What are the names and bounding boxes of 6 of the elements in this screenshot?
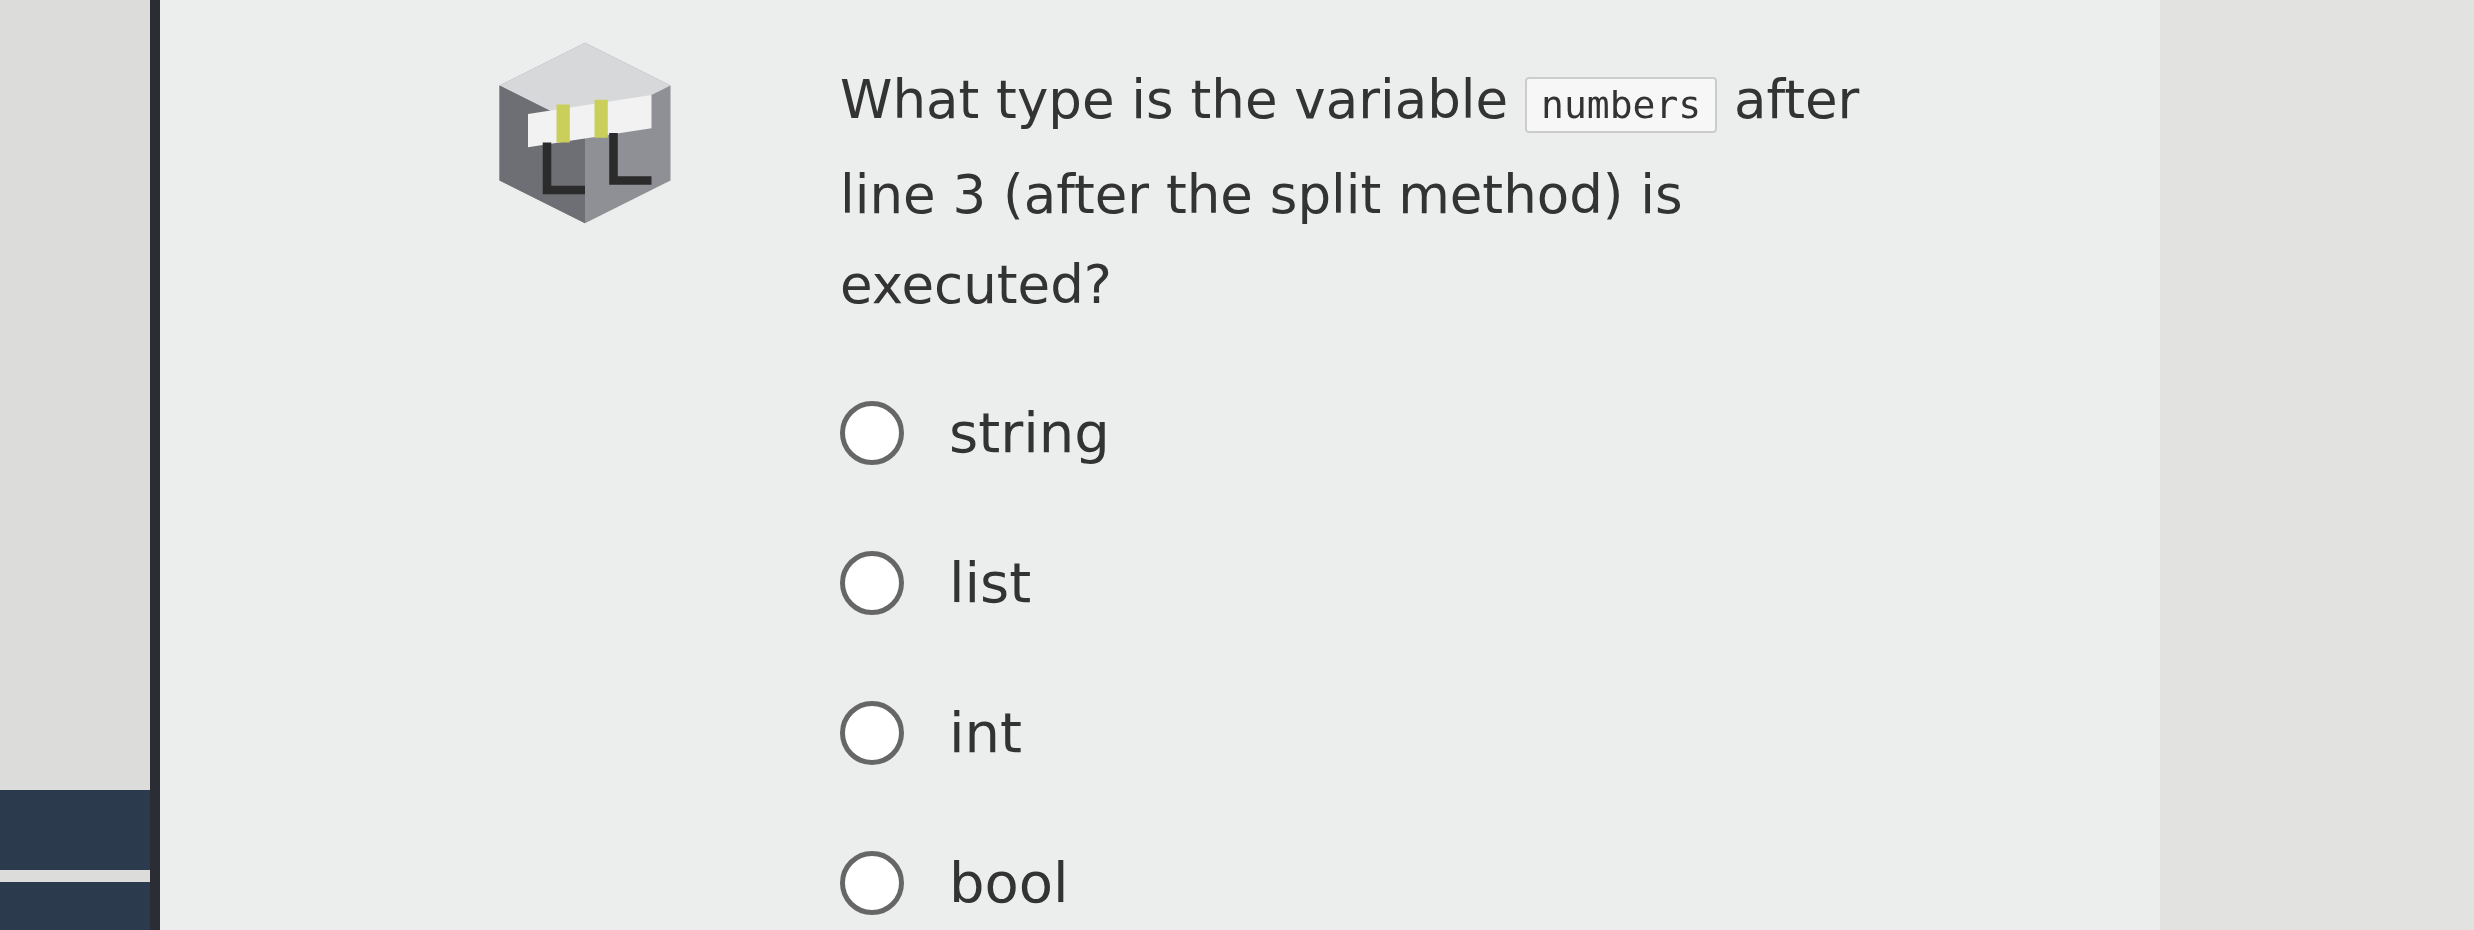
- code-snippet: numbers: [1525, 77, 1718, 133]
- option-label[interactable]: bool: [949, 850, 1069, 915]
- option-label[interactable]: list: [949, 550, 1032, 615]
- option-label[interactable]: string: [949, 400, 1110, 465]
- option-label[interactable]: int: [949, 700, 1022, 765]
- question-text: What type is the variable numbers after line 3 (after the split method) is executed?: [840, 68, 1861, 317]
